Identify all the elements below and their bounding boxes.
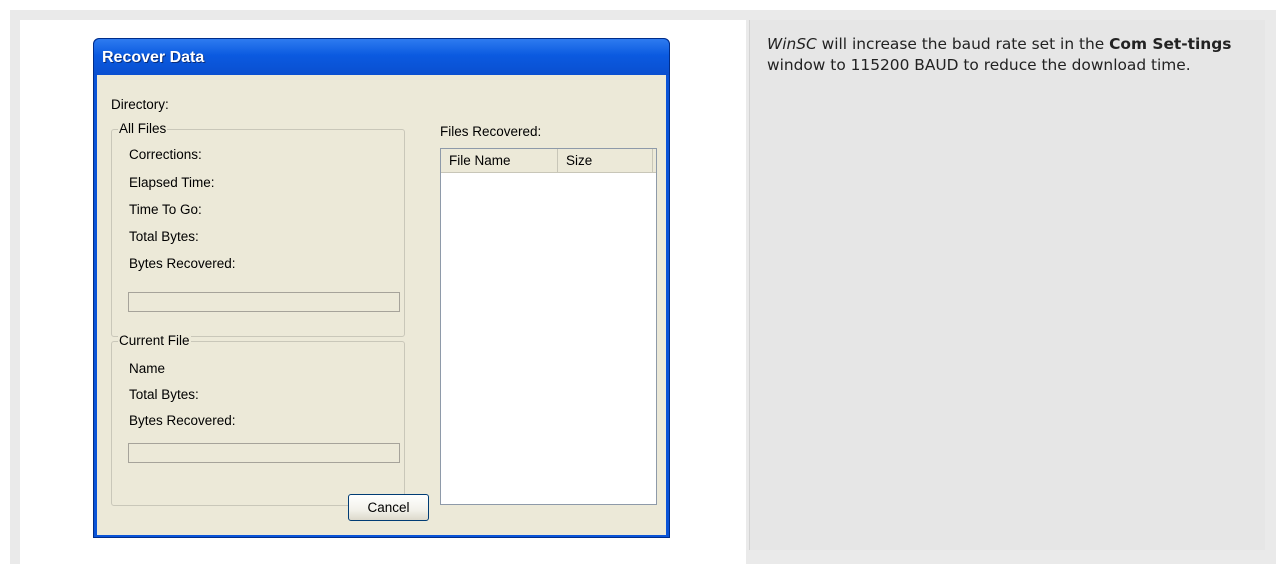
dialog-title: Recover Data [102, 49, 205, 66]
current-file-caption: Current File [118, 333, 191, 348]
dialog-titlebar[interactable]: Recover Data [94, 39, 669, 75]
note-cell: WinSC will increase the baud rate set in… [749, 20, 1265, 550]
note-text-1: will increase the baud rate set in the [816, 35, 1110, 53]
app-name: WinSC [767, 35, 817, 53]
elapsed-time-label: Elapsed Time: [129, 175, 215, 190]
current-file-bytes-recovered-label: Bytes Recovered: [129, 413, 236, 428]
current-file-progress-bar [128, 443, 400, 463]
corrections-label: Corrections: [129, 147, 202, 162]
directory-label: Directory: [111, 97, 169, 112]
time-to-go-label: Time To Go: [129, 202, 202, 217]
files-recovered-label: Files Recovered: [440, 124, 542, 139]
dialog-client-area: Directory: All Files Corrections: Elapse… [97, 75, 666, 535]
all-files-progress-bar [128, 292, 400, 312]
current-file-name-label: Name [129, 361, 166, 376]
column-header-size[interactable]: Size [558, 149, 653, 172]
note-paragraph: WinSC will increase the baud rate set in… [767, 34, 1237, 76]
note-text-2: window to 115200 BAUD to reduce the down… [767, 56, 1191, 74]
current-file-total-bytes-label: Total Bytes: [129, 387, 199, 402]
files-recovered-list[interactable]: File Name Size [440, 148, 657, 505]
list-header: File Name Size [441, 149, 656, 173]
all-files-group: All Files Corrections: Elapsed Time: Tim… [111, 121, 405, 337]
cancel-button[interactable]: Cancel [348, 494, 429, 521]
recover-data-dialog: Recover Data Directory: All Files Correc… [93, 38, 670, 538]
total-bytes-label: Total Bytes: [129, 229, 199, 244]
all-files-caption: All Files [118, 121, 168, 136]
column-header-file-name[interactable]: File Name [441, 149, 558, 172]
com-settings-window-name: Com Set-tings [1109, 35, 1232, 53]
bytes-recovered-label: Bytes Recovered: [129, 256, 236, 271]
current-file-group: Current File Name Total Bytes: Bytes Rec… [111, 333, 405, 506]
